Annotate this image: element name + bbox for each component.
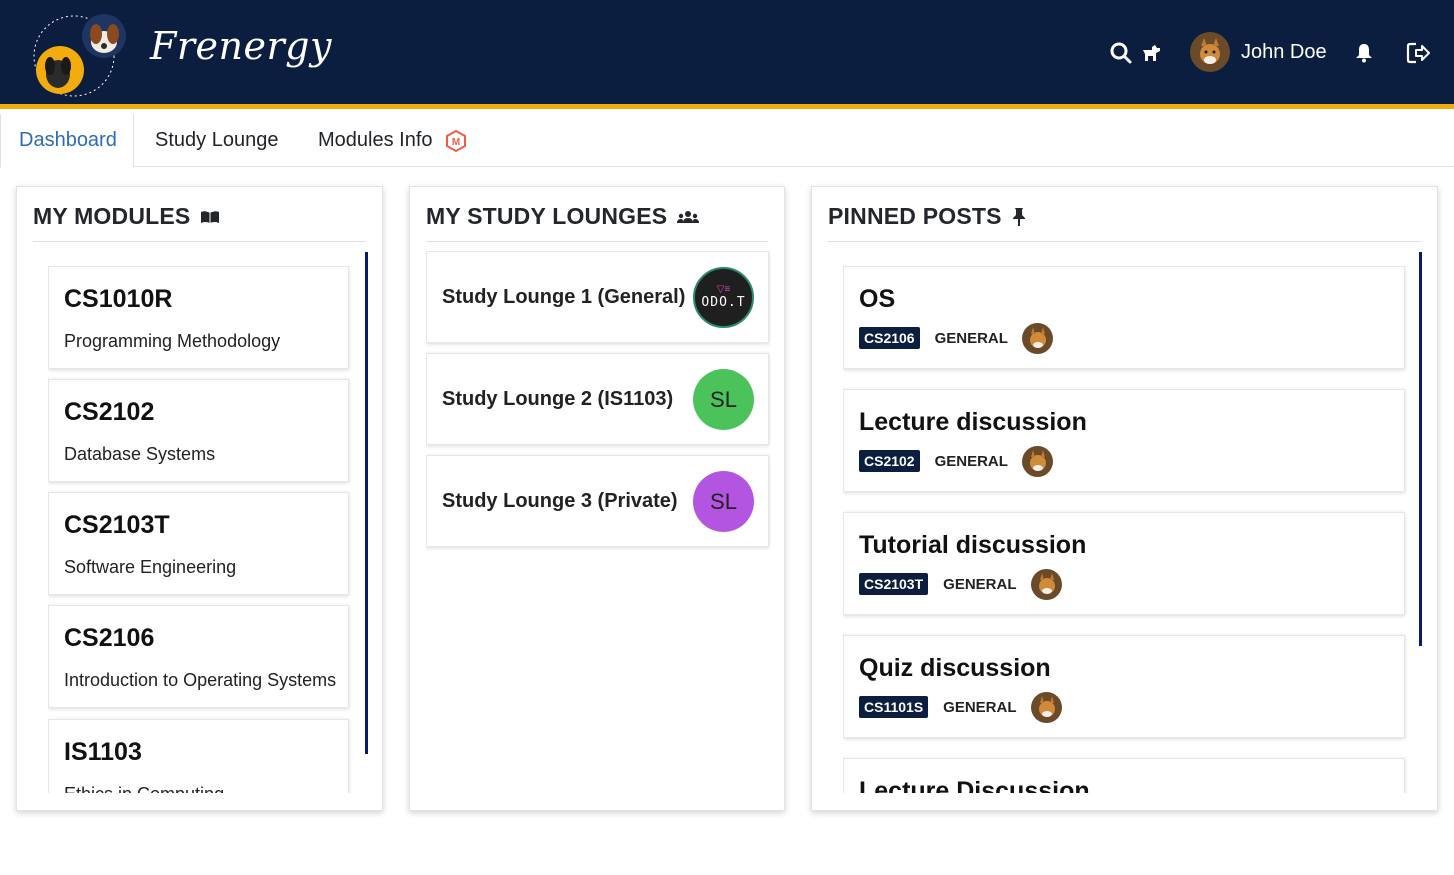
app-header: Frenergy John Doe — [0, 0, 1454, 109]
category-label: GENERAL — [934, 329, 1008, 347]
lounge-name: Study Lounge 2 (IS1103) — [442, 388, 674, 410]
module-code: IS1103 — [64, 738, 142, 766]
module-badge[interactable]: CS1101S — [859, 696, 929, 718]
post-title: OS — [859, 285, 896, 313]
module-name: Introduction to Operating Systems — [64, 670, 337, 690]
posts-list: OS CS2106 GENERAL Lecture discussion CS2… — [843, 266, 1413, 793]
module-card[interactable]: CS2106 Introduction to Operating Systems — [48, 605, 349, 708]
module-code: CS1010R — [64, 285, 173, 313]
users-icon — [677, 210, 700, 224]
module-badge[interactable]: CS2106 — [859, 327, 920, 349]
module-card[interactable]: CS1010R Programming Methodology — [48, 266, 349, 369]
svg-text:M: M — [451, 137, 459, 148]
book-icon — [200, 210, 220, 224]
divider — [828, 241, 1421, 242]
module-name: Ethics in Computing — [64, 784, 224, 793]
tab-modules-info[interactable]: Modules Info M — [300, 114, 485, 167]
post-card[interactable]: Lecture Discussion — [843, 758, 1405, 793]
post-title: Lecture Discussion — [859, 777, 1090, 793]
lounge-avatar: ▽≡ ODO.T — [693, 267, 754, 328]
post-card[interactable]: Lecture discussion CS2102 GENERAL — [843, 389, 1405, 492]
posts-title-text: PINNED POSTS — [828, 203, 1002, 229]
lounge-name: Study Lounge 1 (General) — [442, 286, 686, 308]
tab-dashboard[interactable]: Dashboard — [0, 114, 134, 168]
module-name: Programming Methodology — [64, 331, 281, 351]
dog-icon[interactable] — [1138, 40, 1164, 66]
module-name: Database Systems — [64, 444, 216, 464]
post-card[interactable]: OS CS2106 GENERAL — [843, 266, 1405, 369]
brand-logo[interactable] — [26, 8, 134, 98]
lounges-panel: MY STUDY LOUNGES Study Lounge 1 (General… — [409, 186, 785, 811]
lounge-avatar-text: ODO.T — [701, 295, 746, 310]
author-avatar[interactable] — [1030, 568, 1062, 600]
scrollbar[interactable] — [1419, 252, 1422, 646]
lounge-name: Study Lounge 3 (Private) — [442, 490, 678, 512]
module-code: CS2106 — [64, 624, 155, 652]
post-meta: CS1101S GENERAL — [859, 691, 1062, 723]
author-avatar[interactable] — [1030, 691, 1062, 723]
brand-name[interactable]: Frenergy — [150, 24, 332, 68]
posts-panel: PINNED POSTS OS CS2106 GENERAL Lecture d… — [811, 186, 1438, 811]
post-meta: CS2102 GENERAL — [859, 445, 1053, 477]
post-card[interactable]: Tutorial discussion CS2103T GENERAL — [843, 512, 1405, 615]
lounge-avatar: SL — [693, 471, 754, 532]
module-card[interactable]: CS2102 Database Systems — [48, 379, 349, 482]
scrollbar[interactable] — [365, 252, 368, 754]
tab-label: Dashboard — [19, 129, 117, 151]
post-meta: CS2103T GENERAL — [859, 568, 1062, 600]
tab-study-lounge[interactable]: Study Lounge — [137, 114, 296, 167]
modules-title-text: MY MODULES — [33, 203, 191, 229]
modules-panel: MY MODULES CS1010R Programming Methodolo… — [16, 186, 383, 811]
tab-label: Study Lounge — [155, 129, 279, 151]
module-card[interactable]: CS2103T Software Engineering — [48, 492, 349, 595]
pin-icon — [1012, 207, 1026, 227]
module-badge[interactable]: CS2102 — [859, 450, 920, 472]
module-card[interactable]: IS1103 Ethics in Computing — [48, 719, 349, 793]
tab-label: Modules Info — [318, 129, 433, 151]
lounge-avatar: SL — [693, 369, 754, 430]
modules-panel-title: MY MODULES — [33, 203, 220, 230]
post-meta: CS2106 GENERAL — [859, 322, 1053, 354]
logout-icon[interactable] — [1406, 40, 1432, 66]
lounge-card[interactable]: Study Lounge 2 (IS1103) SL — [426, 353, 769, 445]
category-label: GENERAL — [934, 452, 1008, 470]
lounge-card[interactable]: Study Lounge 3 (Private) SL — [426, 455, 769, 547]
category-label: GENERAL — [943, 575, 1017, 593]
lounges-list: Study Lounge 1 (General) ▽≡ ODO.T Study … — [426, 251, 771, 551]
divider — [426, 241, 768, 242]
lounge-avatar-text: SL — [710, 488, 737, 514]
author-avatar[interactable] — [1021, 445, 1053, 477]
bell-icon[interactable] — [1351, 40, 1377, 66]
module-badge[interactable]: CS2103T — [859, 573, 929, 595]
lounges-panel-title: MY STUDY LOUNGES — [426, 203, 700, 230]
post-title: Quiz discussion — [859, 654, 1051, 682]
lounges-title-text: MY STUDY LOUNGES — [426, 203, 668, 229]
module-code: CS2102 — [64, 398, 155, 426]
divider — [33, 241, 366, 242]
search-icon[interactable] — [1108, 40, 1134, 66]
category-label: GENERAL — [943, 698, 1017, 716]
nusmods-icon: M — [445, 129, 467, 152]
tab-bar: Dashboard Study Lounge Modules Info M — [0, 114, 1454, 168]
post-title: Lecture discussion — [859, 408, 1087, 436]
lounge-card[interactable]: Study Lounge 1 (General) ▽≡ ODO.T — [426, 251, 769, 343]
posts-panel-title: PINNED POSTS — [828, 203, 1026, 230]
user-avatar[interactable] — [1190, 32, 1230, 72]
module-code: CS2103T — [64, 511, 170, 539]
modules-list: CS1010R Programming Methodology CS2102 D… — [48, 266, 358, 793]
module-name: Software Engineering — [64, 557, 237, 577]
author-avatar[interactable] — [1021, 322, 1053, 354]
lounge-avatar-text: SL — [710, 386, 737, 412]
user-name[interactable]: John Doe — [1241, 41, 1327, 64]
post-title: Tutorial discussion — [859, 531, 1087, 559]
post-card[interactable]: Quiz discussion CS1101S GENERAL — [843, 635, 1405, 738]
